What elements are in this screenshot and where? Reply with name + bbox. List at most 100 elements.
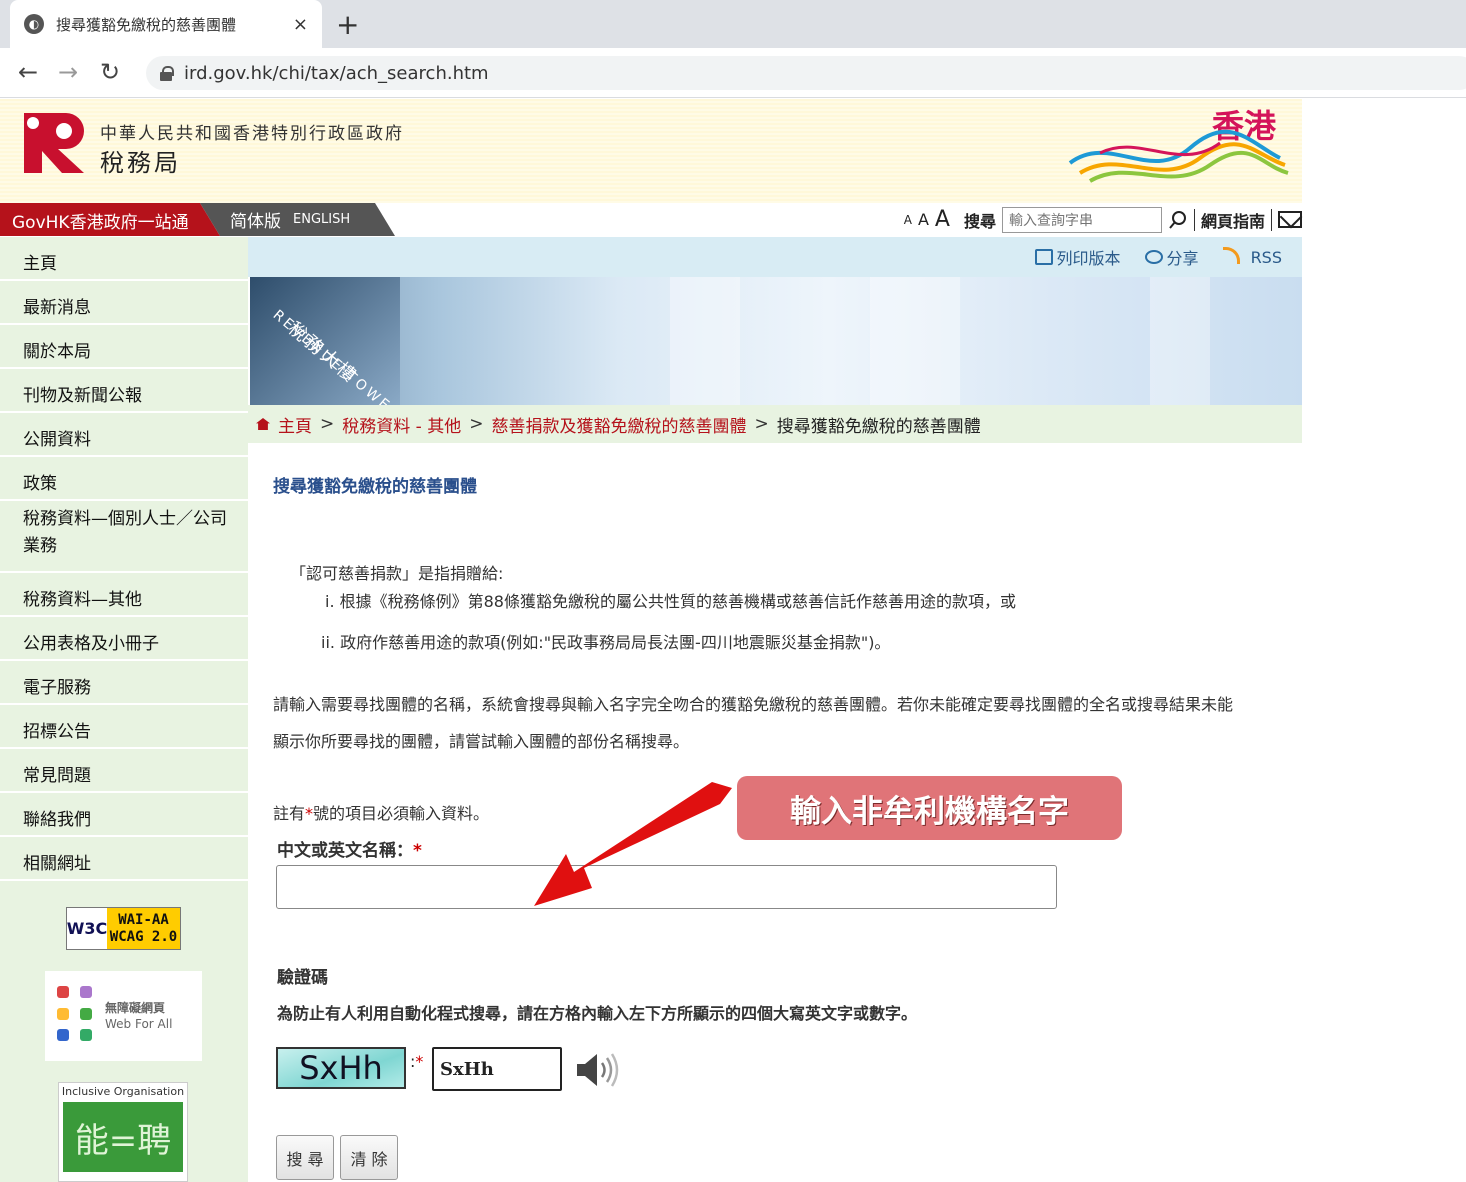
sidebar-item-tenders[interactable]: 招標公告 [0, 705, 248, 749]
globe-icon: ◐ [24, 14, 44, 34]
inclusive-organisation-badge[interactable]: Inclusive Organisation 能=聘 [58, 1082, 188, 1182]
printer-icon [1034, 249, 1053, 265]
page-tools: 列印版本 分享 RSS [248, 237, 1302, 277]
required-note-post: 號的項目必須輸入資料。 [313, 804, 490, 823]
tab-title: 搜尋獲豁免繳稅的慈善團體 [56, 15, 237, 34]
sidebar: 主頁 最新消息 關於本局 刊物及新聞公報 公開資料 政策 稅務資料—個別人士／公… [0, 237, 248, 1182]
captcha-colon: :* [410, 1052, 423, 1071]
print-label: 列印版本 [1056, 249, 1121, 268]
captcha-image: SxHh [276, 1047, 406, 1089]
reload-icon[interactable]: ↻ [100, 58, 120, 86]
sidebar-item-home[interactable]: 主頁 [0, 237, 248, 281]
instruction-line-1: 請輸入需要尋找團體的名稱，系統會搜尋與輸入名字完全吻合的獲豁免繳稅的慈善團體。若… [273, 695, 1234, 714]
sidebar-item-publications[interactable]: 刊物及新聞公報 [0, 369, 248, 413]
breadcrumb-separator: > [320, 414, 335, 434]
site-search-input[interactable] [1001, 206, 1162, 233]
page-title: 搜尋獲豁免繳稅的慈善團體 [273, 477, 477, 497]
sidebar-item-eservices[interactable]: 電子服務 [0, 661, 248, 705]
share-icon [1144, 250, 1163, 264]
wfa-chinese: 無障礙網頁 [105, 1001, 166, 1015]
required-star: * [413, 841, 422, 861]
required-note: 註有*號的項目必須輸入資料。 [273, 800, 489, 824]
rss-label: RSS [1250, 247, 1282, 267]
web-for-all-icon [57, 986, 97, 1046]
wai-text: WAI-AA WCAG 2.0 [107, 908, 180, 949]
wfa-english: Web For All [105, 1017, 173, 1031]
font-large-button[interactable]: A [935, 207, 950, 232]
back-icon[interactable]: ← [18, 58, 38, 86]
url-text: ird.gov.hk/chi/tax/ach_search.htm [184, 62, 489, 84]
sidebar-item-tax-others[interactable]: 稅務資料—其他 [0, 573, 248, 617]
font-medium-button[interactable]: A [918, 210, 929, 229]
breadcrumb-charitable[interactable]: 慈善捐款及獲豁免繳稅的慈善團體 [491, 412, 746, 437]
sidebar-item-news[interactable]: 最新消息 [0, 281, 248, 325]
captcha-heading: 驗證碼 [277, 968, 328, 988]
url-field[interactable]: ird.gov.hk/chi/tax/ach_search.htm [146, 56, 1466, 90]
rss-icon [1222, 247, 1240, 264]
breadcrumb-tax-others[interactable]: 稅務資料 - 其他 [342, 412, 461, 437]
breadcrumb-home[interactable]: 主頁 [278, 412, 312, 437]
definition-item-2: ii. 政府作慈善用途的款項(例如:"民政事務局局長法團-四川地震賑災基金捐款"… [321, 633, 891, 652]
forward-icon[interactable]: → [58, 58, 78, 86]
captcha-description: 為防止有人利用自動化程式搜尋，請在方格內輸入左下方所顯示的四個大寫英文字或數字。 [277, 1004, 918, 1023]
site-header: 中華人民共和國香港特別行政區政府 稅務局 香港 [0, 99, 1302, 203]
browser-tab[interactable]: ◐ 搜尋獲豁免繳稅的慈善團體 × [10, 0, 322, 48]
name-label-text: 中文或英文名稱： [277, 841, 413, 861]
w3c-wcag-badge[interactable]: W3C WAI-AA WCAG 2.0 [66, 907, 181, 950]
home-icon [256, 418, 270, 430]
lang-simplified-link[interactable]: 简体版 [230, 207, 281, 232]
search-label: 搜尋 [963, 211, 996, 231]
brand-hong-kong-logo: 香港 [1068, 107, 1289, 183]
breadcrumb-separator: > [469, 414, 484, 434]
web-for-all-badge[interactable]: 無障礙網頁 Web For All [45, 971, 202, 1061]
close-icon[interactable]: × [293, 14, 308, 35]
language-switch: 简体版 ENGLISH [200, 203, 395, 236]
annotation-arrow-icon [534, 782, 732, 906]
lang-english-link[interactable]: ENGLISH [293, 212, 350, 227]
search-icon[interactable] [1168, 210, 1188, 230]
sidebar-item-contact[interactable]: 聯絡我們 [0, 793, 248, 837]
new-tab-icon[interactable]: + [336, 8, 359, 41]
site-guide-link[interactable]: 網頁指南 [1201, 208, 1265, 232]
sidebar-item-forms[interactable]: 公用表格及小冊子 [0, 617, 248, 661]
sidebar-item-open-data[interactable]: 公開資料 [0, 413, 248, 457]
captcha-input[interactable]: SxHh [432, 1047, 562, 1091]
sidebar-item-faq[interactable]: 常見問題 [0, 749, 248, 793]
instruction-line-2: 顯示你所要尋找的團體，請嘗試輸入團體的部份名稱搜尋。 [273, 732, 690, 751]
w3c-text: W3C [66, 919, 108, 938]
wai-aa-text: WAI-AA [118, 911, 169, 928]
revenue-tower-banner: REVENUE TOWER 稅務大樓 [250, 277, 1302, 405]
definition-item-1: i. 根據《稅務條例》第88條獲豁免繳稅的屬公共性質的慈善機構或慈善信託作慈善用… [325, 592, 1016, 611]
ird-logo-icon[interactable] [22, 111, 88, 175]
wcag-text: WCAG 2.0 [109, 928, 178, 945]
divider [1271, 208, 1272, 231]
rss-link[interactable]: RSS [1222, 247, 1282, 267]
sidebar-item-tax-individuals[interactable]: 稅務資料—個別人士／公司業務 [0, 501, 248, 573]
print-link[interactable]: 列印版本 [1034, 245, 1121, 269]
font-small-button[interactable]: A [904, 213, 912, 227]
io-title: Inclusive Organisation [61, 1085, 185, 1098]
annotation-callout: 輸入非牟利機構名字 [737, 776, 1122, 840]
clear-button[interactable]: 清 除 [340, 1135, 398, 1180]
io-mark: 能=聘 [63, 1102, 183, 1172]
gov-name: 中華人民共和國香港特別行政區政府 [100, 124, 404, 144]
share-label: 分享 [1166, 249, 1199, 268]
breadcrumb-separator: > [754, 414, 769, 434]
sidebar-item-about[interactable]: 關於本局 [0, 325, 248, 369]
brand-hong-kong-text: 香港 [1212, 107, 1277, 145]
sidebar-item-policy[interactable]: 政策 [0, 457, 248, 501]
lock-icon [160, 66, 174, 81]
speaker-icon[interactable] [575, 1052, 619, 1088]
top-nav: GovHK香港政府一站通 简体版 ENGLISH A A A 搜尋 網頁指南 [0, 203, 1302, 236]
divider [1193, 208, 1195, 231]
search-button[interactable]: 搜 尋 [276, 1135, 334, 1180]
top-nav-tools: A A A 搜尋 網頁指南 [904, 203, 1302, 236]
browser-tabbar: ◐ 搜尋獲豁免繳稅的慈善團體 × + [0, 0, 1466, 48]
name-field-label: 中文或英文名稱：* [277, 836, 422, 861]
share-link[interactable]: 分享 [1144, 245, 1199, 269]
sidebar-item-links[interactable]: 相關網址 [0, 837, 248, 881]
required-note-pre: 註有 [273, 804, 306, 823]
govhk-link[interactable]: GovHK香港政府一站通 [0, 203, 220, 236]
required-star: * [305, 804, 314, 823]
mail-icon[interactable] [1278, 211, 1302, 228]
